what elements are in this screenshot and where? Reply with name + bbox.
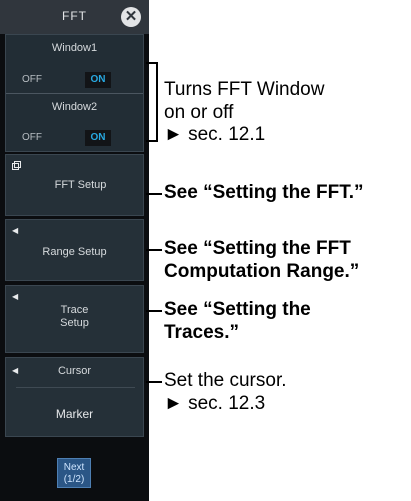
range-setup-button[interactable]: ◀ Range Setup	[5, 219, 144, 281]
overlay-window-icon	[12, 161, 21, 170]
window1-off-option[interactable]: OFF	[22, 74, 42, 85]
divider	[16, 387, 135, 388]
menu-title-bar: FFT ✕	[0, 0, 149, 34]
left-arrow-icon: ◀	[12, 292, 19, 301]
left-arrow-icon: ◀	[12, 226, 19, 235]
callout-window-ref: ► sec. 12.1	[164, 124, 266, 145]
fft-setup-label: FFT Setup	[54, 179, 107, 191]
trace-setup-label-line1: Trace	[60, 304, 89, 316]
window2-label: Window2	[51, 101, 98, 113]
callout-window-line2: on or off	[164, 102, 234, 123]
callout-connector	[146, 249, 162, 251]
window2-on-option[interactable]: ON	[85, 130, 111, 146]
range-setup-label: Range Setup	[42, 246, 107, 258]
next-page-indicator: (1/2)	[63, 474, 85, 485]
fft-setup-button[interactable]: FFT Setup	[5, 154, 144, 216]
window1-label: Window1	[51, 42, 98, 54]
callout-cursor-ref: ► sec. 12.3	[164, 393, 266, 414]
callout-cursor-line1: Set the cursor.	[164, 370, 287, 391]
trace-setup-button[interactable]: ◀ Trace Setup	[5, 285, 144, 353]
window-toggle-group: Window1 OFF ON Window2 OFF ON	[5, 34, 144, 152]
bracket-bottom	[146, 140, 158, 142]
cursor-value: Marker	[55, 407, 94, 421]
next-page-button[interactable]: Next (1/2)	[57, 458, 91, 488]
callout-range-line2: Computation Range.”	[164, 261, 360, 282]
callout-fft: See “Setting the FFT.”	[164, 182, 364, 203]
callout-traces-line2: Traces.”	[164, 322, 239, 343]
fft-menu-panel: FFT ✕ Window1 OFF ON Window2 OFF ON FFT …	[0, 0, 149, 501]
callout-connector	[146, 310, 162, 312]
divider	[6, 93, 143, 94]
window1-on-option[interactable]: ON	[85, 72, 111, 88]
callout-connector	[146, 381, 162, 383]
window2-off-option[interactable]: OFF	[22, 132, 42, 143]
trace-setup-label-line2: Setup	[60, 317, 89, 329]
next-label: Next	[63, 462, 85, 473]
cursor-button[interactable]: ◀ Cursor Marker	[5, 357, 144, 437]
callout-connector	[146, 193, 162, 195]
cursor-label: Cursor	[57, 365, 91, 377]
callout-traces-line1: See “Setting the	[164, 299, 311, 320]
bracket-vertical	[156, 62, 158, 142]
callout-window-line1: Turns FFT Window	[164, 79, 325, 100]
callout-range-line1: See “Setting the FFT	[164, 238, 351, 259]
close-icon[interactable]: ✕	[121, 7, 141, 27]
